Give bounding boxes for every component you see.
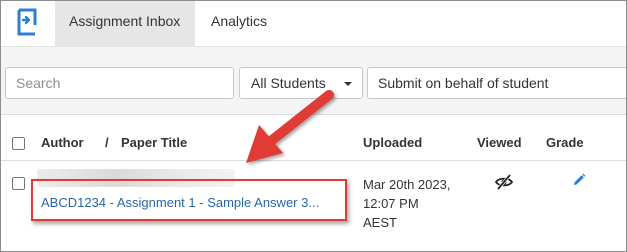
caret-down-icon (344, 82, 352, 86)
pencil-icon[interactable] (572, 173, 586, 187)
tab-assignment-inbox[interactable]: Assignment Inbox (55, 1, 195, 47)
filter-bar: All Students Submit on behalf of student (1, 47, 626, 115)
uploaded-timezone-line: AEST (363, 215, 397, 230)
eye-slash-icon (495, 173, 513, 191)
turnitin-inbox-window: Assignment Inbox Analytics All Students … (0, 0, 627, 252)
uploaded-time-line: 12:07 PM (363, 196, 419, 211)
submit-on-behalf-button[interactable]: Submit on behalf of student (367, 67, 626, 99)
turnitin-logo-icon[interactable] (15, 7, 41, 37)
top-navigation: Assignment Inbox Analytics (1, 1, 626, 47)
select-all-checkbox[interactable] (12, 137, 25, 150)
table-header: Author / Paper Title Uploaded Viewed Gra… (1, 115, 626, 161)
table-row: ABCD1234 - Assignment 1 - Sample Answer … (1, 161, 626, 251)
uploaded-date: Mar 20th 2023, 12:07 PM AEST (363, 175, 473, 232)
search-input[interactable] (5, 67, 234, 99)
students-select-value: All Students (251, 75, 326, 91)
students-select[interactable]: All Students (239, 67, 363, 99)
tab-analytics[interactable]: Analytics (197, 1, 281, 47)
annotation-highlight-box (31, 179, 347, 221)
uploaded-date-line: Mar 20th 2023, (363, 177, 451, 192)
row-checkbox[interactable] (12, 177, 25, 190)
